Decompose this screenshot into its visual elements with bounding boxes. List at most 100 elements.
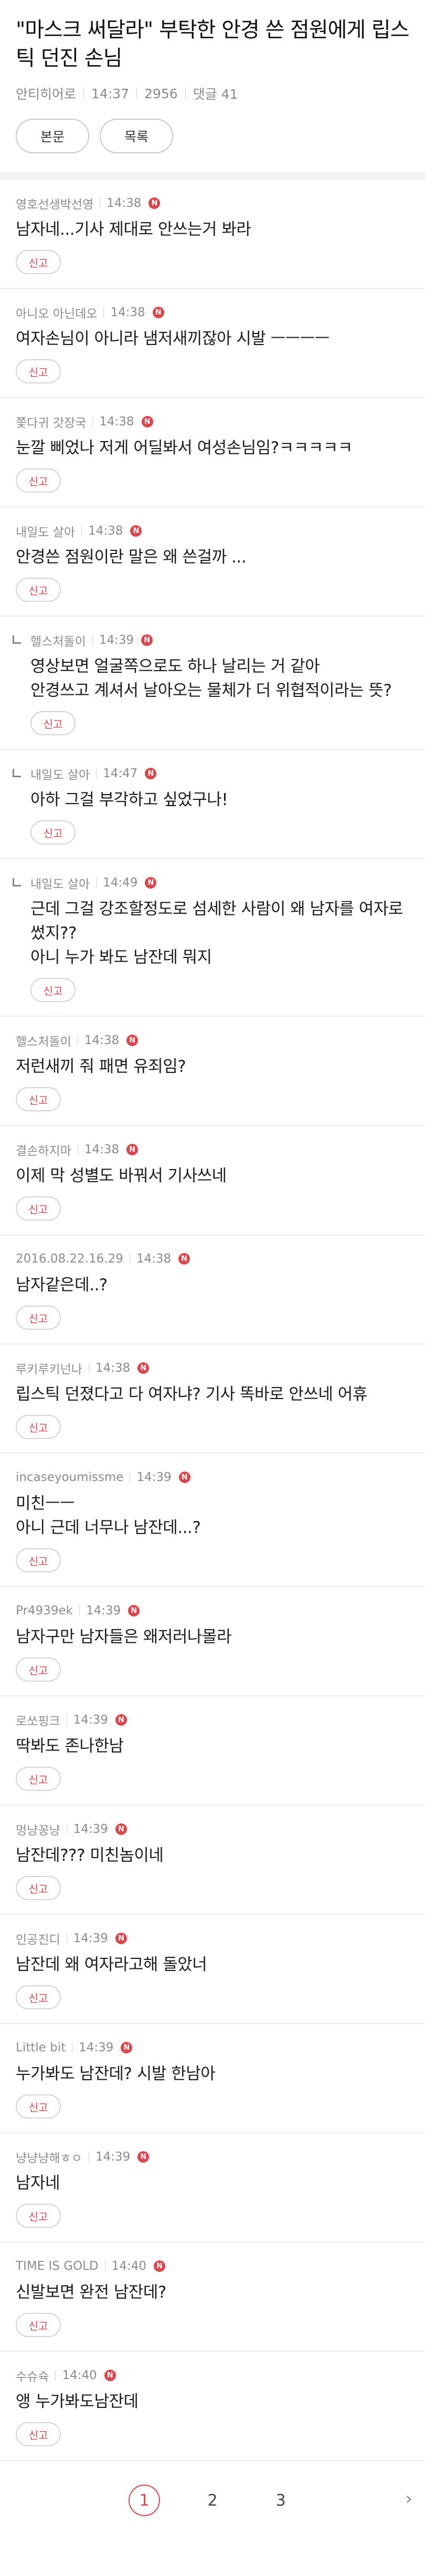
comment-text: 남잔데 왜 여자라고해 돌았너 (16, 1955, 207, 1974)
body-button[interactable]: 본문 (16, 119, 89, 153)
comment-author[interactable]: 결손하지마 (16, 1141, 71, 1159)
comment-text: 여자손님이 아니라 냄저새끼잖아 시발 ㅡㅡㅡㅡ (16, 329, 330, 348)
report-button[interactable]: 신고 (16, 468, 61, 493)
comment-text: 눈깔 삐었나 저게 어딜봐서 여성손님임?ㅋㅋㅋㅋㅋ (16, 439, 353, 457)
reply-item: 헬스처돌이 14:39 N 영상보면 얼굴쪽으로도 하나 날리는 거 같아 안경쓰고 … (0, 617, 425, 750)
report-button[interactable]: 신고 (16, 578, 61, 602)
report-button[interactable]: 신고 (16, 1548, 61, 1572)
list-button[interactable]: 목록 (100, 119, 173, 153)
comment-author[interactable]: incaseyoumissme (16, 1470, 123, 1484)
comment-text: 남자네 (16, 2174, 60, 2193)
comment-time: 14:38 (110, 306, 145, 319)
comment-author[interactable]: Little bit (16, 2041, 66, 2054)
comment-meta: 쫓다귀 갓장국 14:38 N (16, 414, 409, 430)
comment-item: Pr4939ek 14:39 N 남자구만 남자들은 왜저러나몰라 신고 (0, 1587, 425, 1696)
comment-meta: 2016.08.22.16.29 14:38 N (16, 1251, 409, 1267)
chevron-right-icon[interactable]: › (405, 2488, 412, 2509)
report-button[interactable]: 신고 (16, 1306, 61, 1330)
new-badge: N (137, 2151, 150, 2163)
comment-author[interactable]: 영호선생박선영 (16, 194, 93, 212)
report-button[interactable]: 신고 (16, 2422, 61, 2446)
comment-author[interactable]: 아니오 아닌데오 (16, 304, 97, 321)
report-button[interactable]: 신고 (16, 1087, 61, 1111)
meta-divider (136, 88, 137, 99)
reply-arrow-icon (13, 878, 21, 887)
comment-text: 이제 막 성별도 바꿔서 기사쓰네 (16, 1166, 227, 1185)
new-badge: N (121, 2042, 133, 2053)
report-button[interactable]: 신고 (16, 1657, 61, 1682)
reply-arrow-icon (13, 769, 21, 777)
comment-meta: 아니오 아닌데오 14:38 N (16, 304, 409, 321)
comment-meta: 루키루키넌나 14:38 N (16, 1360, 409, 1376)
report-button[interactable]: 신고 (16, 1767, 61, 1791)
comment-time: 14:40 (62, 2369, 97, 2382)
comment-author[interactable]: 내일도 살아 (30, 874, 90, 892)
comment-author[interactable]: 인공진디 (16, 1930, 60, 1947)
comment-item: 인공진디 14:39 N 남잔데 왜 여자라고해 돌았너 신고 (0, 1915, 425, 2024)
new-badge: N (104, 2370, 116, 2381)
new-badge: N (141, 416, 153, 427)
comment-item: 영호선생박선영 14:38 N 남자네...기사 제대로 안쓰는거 봐라신고 (0, 180, 425, 289)
comment-item: 쫓다귀 갓장국 14:38 N 눈깔 삐었나 저게 어딜봐서 여성손님임?ㅋㅋㅋㅋㅋ 신… (0, 398, 425, 507)
comment-author[interactable]: 헬스처돌이 (30, 631, 86, 649)
new-badge: N (126, 1144, 139, 1155)
comment-text: 안경쓴 점원이란 말은 왜 쓴걸까 ... (16, 548, 247, 567)
report-button[interactable]: 신고 (16, 1415, 61, 1439)
article-header: "마스크 써달라" 부탁한 안경 쓴 점원에게 립스틱 던진 손님 안티히어로 … (0, 0, 425, 180)
comment-text: 저런새끼 줘 패면 유죄임? (16, 1057, 186, 1076)
report-button[interactable]: 신고 (16, 2204, 61, 2228)
comment-text: 남자네...기사 제대로 안쓰는거 봐라 (16, 220, 251, 239)
comment-item: 결손하지마 14:38 N 이제 막 성별도 바꿔서 기사쓰네신고 (0, 1126, 425, 1235)
comment-text: 앵 누가봐도남잔데 (16, 2392, 139, 2411)
report-button[interactable]: 신고 (16, 1876, 61, 1900)
comment-meta: 멍냥꽁냥 14:39 N (16, 1820, 409, 1838)
comment-author[interactable]: 로쏘핑크 (16, 1711, 60, 1729)
report-button[interactable]: 신고 (16, 250, 61, 274)
reply-item: 내일도 살아 14:49 N 근데 그걸 강조할정도로 섬세한 사람이 왜 남자를 여… (0, 859, 425, 1017)
article-author[interactable]: 안티히어로 (16, 84, 76, 103)
comment-author[interactable]: 쫓다귀 갓장국 (16, 413, 86, 431)
report-button[interactable]: 신고 (16, 2094, 61, 2119)
comment-meta: 결손하지마 14:38 N (16, 1141, 409, 1159)
new-badge: N (145, 768, 157, 779)
report-button[interactable]: 신고 (30, 978, 76, 1002)
comment-author[interactable]: 내일도 살아 (16, 522, 75, 540)
report-button[interactable]: 신고 (30, 820, 76, 844)
new-badge: N (148, 197, 161, 209)
comment-time: 14:39 (79, 2041, 114, 2054)
page-3-button[interactable]: 3 (265, 2485, 296, 2516)
report-button[interactable]: 신고 (16, 359, 61, 383)
meta-divider (92, 635, 93, 645)
comment-author[interactable]: 멍냥꽁냥 (16, 1820, 60, 1838)
meta-divider (92, 416, 93, 427)
comment-author[interactable]: 수슈슉 (16, 2366, 49, 2384)
comment-author[interactable]: 냥냥냥해ㅎㅇ (16, 2148, 82, 2166)
comment-time: 14:39 (99, 633, 134, 647)
comment-meta: 헬스처돌이 14:39 N (30, 631, 409, 649)
page-2-button[interactable]: 2 (197, 2485, 228, 2516)
report-button[interactable]: 신고 (16, 1985, 61, 2009)
report-button[interactable]: 신고 (16, 2313, 61, 2337)
comment-author[interactable]: TIME IS GOLD (16, 2259, 99, 2273)
article-time: 14:37 (91, 86, 130, 101)
comment-item: 멍냥꽁냥 14:39 N 남잔데??? 미친놈이네 신고 (0, 1806, 425, 1915)
report-button[interactable]: 신고 (30, 711, 76, 735)
report-button[interactable]: 신고 (16, 1196, 61, 1221)
comment-text: 미친ㅡㅡ 아니 근데 너무나 남잔데...? (16, 1494, 201, 1537)
comment-meta: 내일도 살아 14:47 N (30, 765, 409, 783)
new-badge: N (128, 1605, 140, 1616)
new-badge: N (115, 1823, 127, 1835)
comment-author[interactable]: 루키루키넌나 (16, 1359, 82, 1377)
comment-time: 14:38 (107, 196, 142, 210)
article-meta: 안티히어로 14:37 2956 댓글 41 (16, 84, 409, 103)
comment-time: 14:39 (95, 2150, 131, 2164)
comment-author[interactable]: 헬스처돌이 (16, 1031, 71, 1049)
comment-item: 내일도 살아 14:38 N 안경쓴 점원이란 말은 왜 쓴걸까 ... 신고 (0, 507, 425, 617)
comment-author[interactable]: 내일도 살아 (30, 765, 90, 783)
page-1-button[interactable]: 1 (129, 2485, 160, 2516)
comment-time: 14:38 (88, 524, 123, 538)
comment-author[interactable]: Pr4939ek (16, 1604, 73, 1618)
comment-author[interactable]: 2016.08.22.16.29 (16, 1252, 123, 1266)
comment-text: 영상보면 얼굴쪽으로도 하나 날리는 거 같아 안경쓰고 계셔서 날아오는 물체… (30, 657, 392, 700)
comment-time: 14:38 (84, 1034, 120, 1047)
